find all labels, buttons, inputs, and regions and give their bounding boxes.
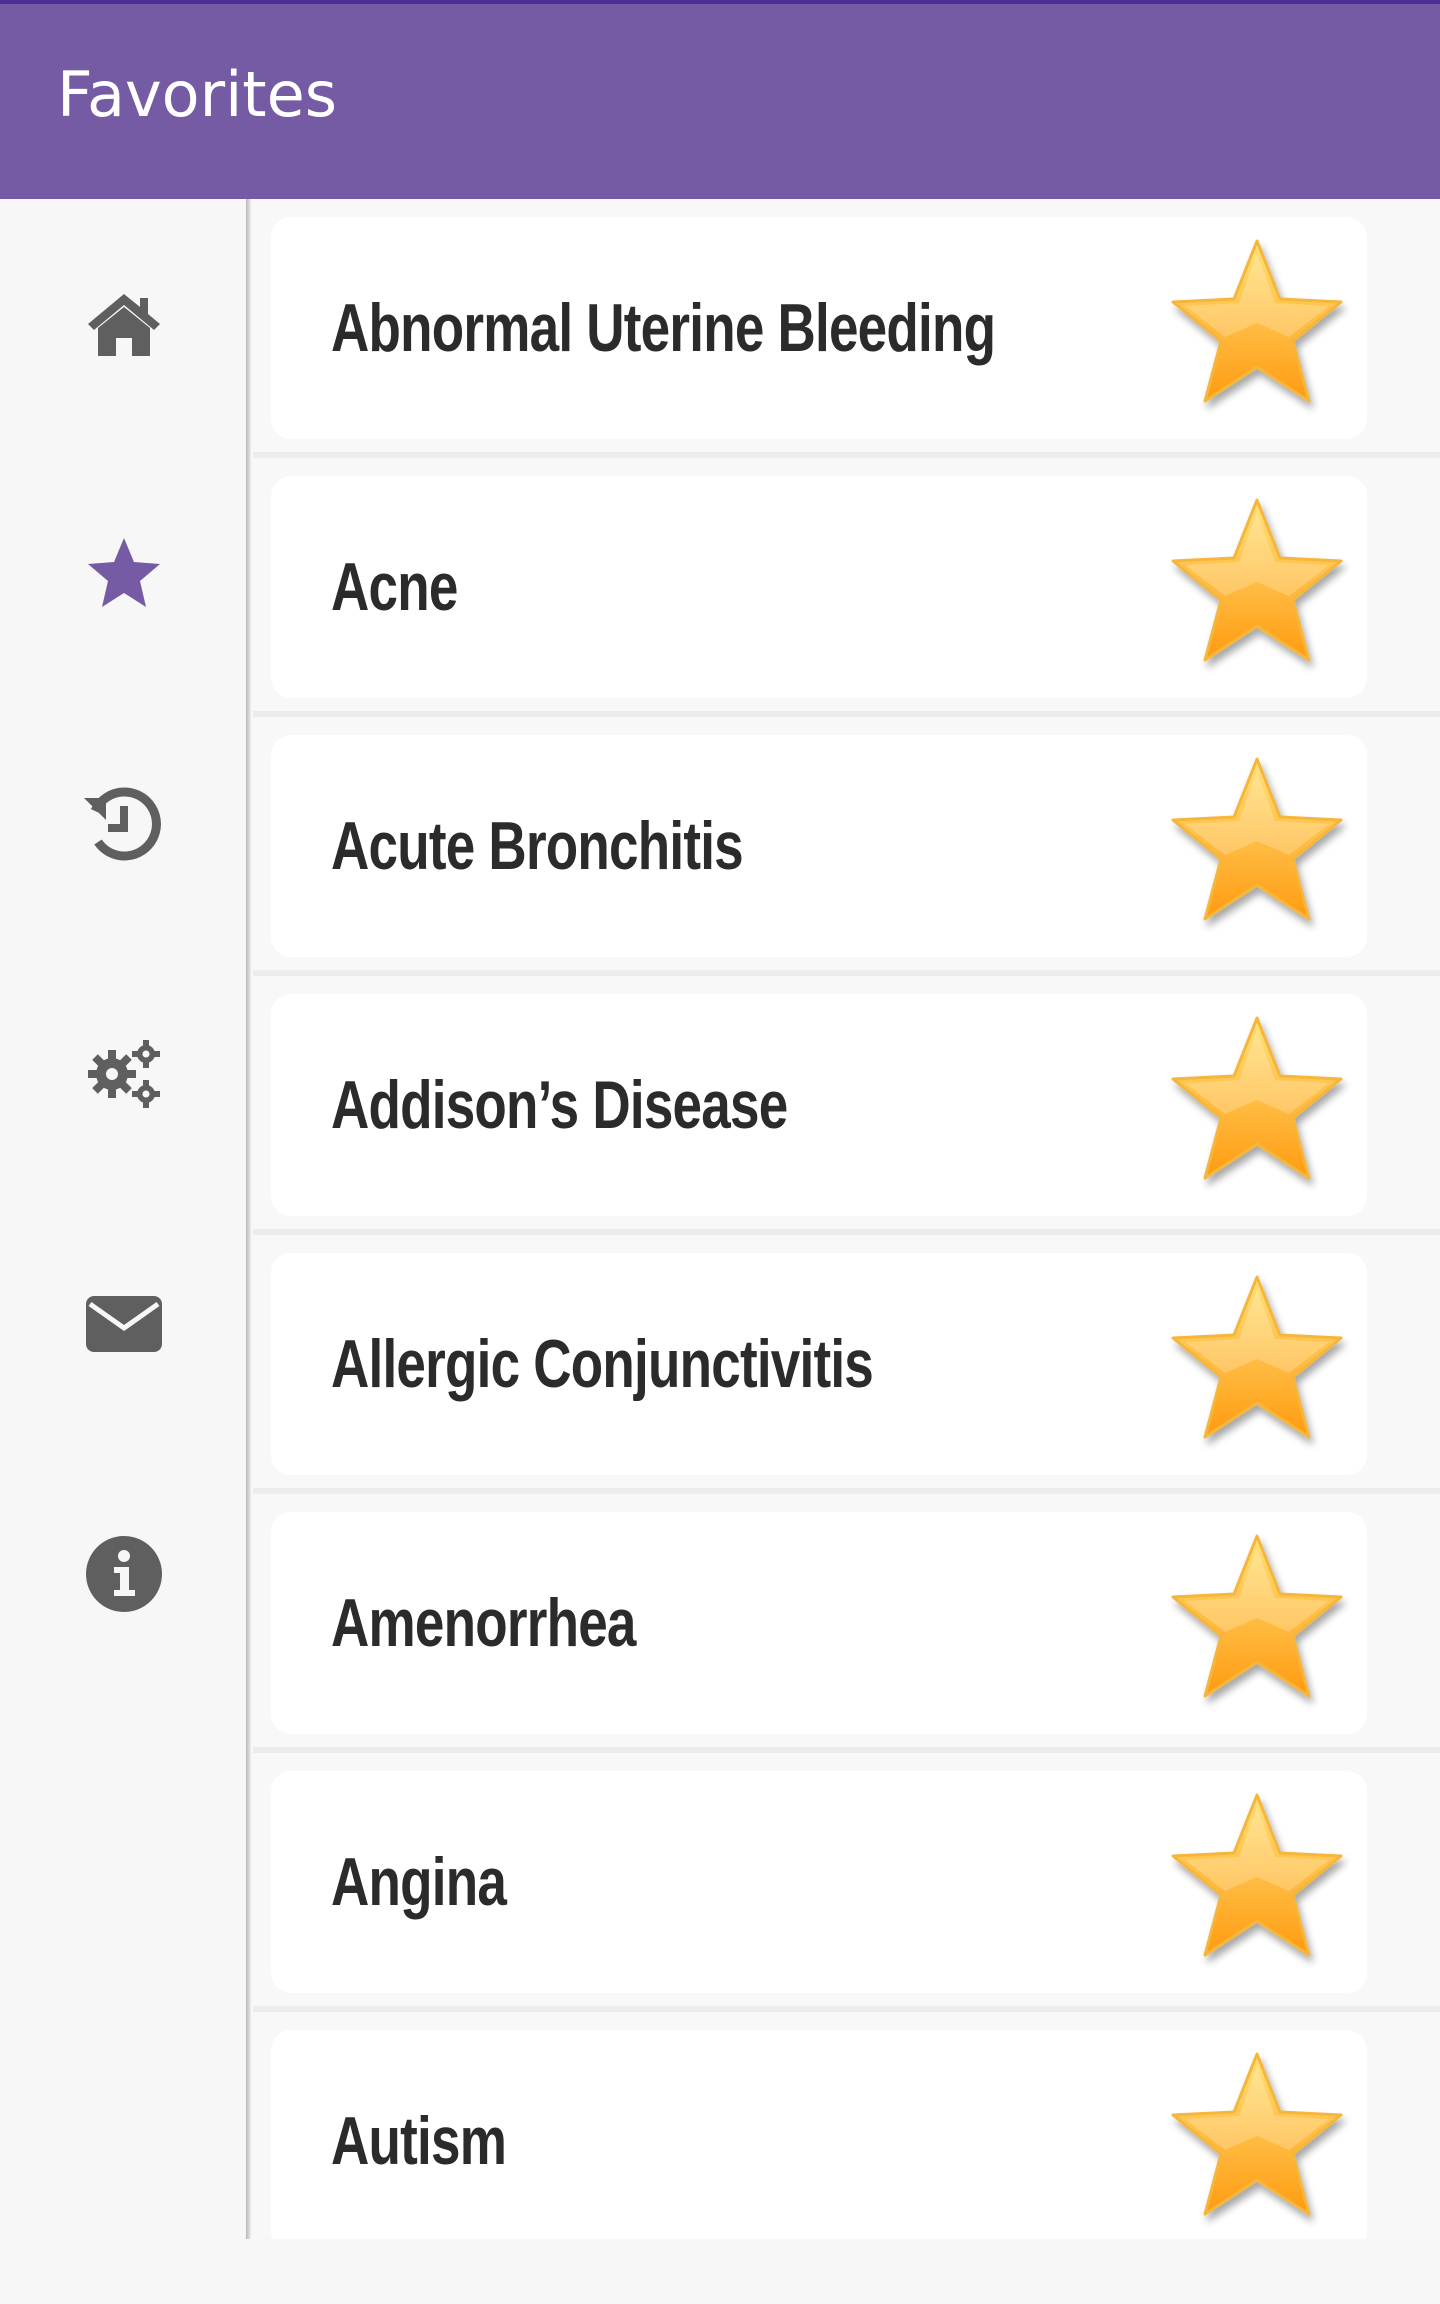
favorite-star-icon[interactable]: [1159, 1522, 1355, 1718]
favorite-star-icon[interactable]: [1159, 1004, 1355, 1200]
sidebar-item-home[interactable]: [0, 199, 248, 449]
favorite-star-icon[interactable]: [1159, 1263, 1355, 1459]
list-item[interactable]: Acne: [253, 458, 1440, 717]
favorite-star-icon[interactable]: [1159, 1781, 1355, 1977]
favorite-star-icon[interactable]: [1159, 227, 1355, 423]
favorite-card[interactable]: Angina: [271, 1771, 1367, 1993]
favorite-card[interactable]: Autism: [271, 2030, 1367, 2239]
envelope-icon: [84, 1284, 164, 1364]
list-item[interactable]: Autism: [253, 2012, 1440, 2239]
favorite-card[interactable]: Addison’s Disease: [271, 994, 1367, 1216]
item-label: Acute Bronchitis: [331, 808, 744, 884]
favorite-card[interactable]: Abnormal Uterine Bleeding: [271, 217, 1367, 439]
list-item[interactable]: Amenorrhea: [253, 1494, 1440, 1753]
page-title: Favorites: [57, 58, 338, 131]
item-label: Abnormal Uterine Bleeding: [331, 290, 996, 366]
app-bar: Favorites: [0, 0, 1440, 199]
favorite-card[interactable]: Allergic Conjunctivitis: [271, 1253, 1367, 1475]
home-icon: [84, 284, 164, 364]
sidebar-nav: [0, 199, 248, 2239]
favorite-card[interactable]: Acute Bronchitis: [271, 735, 1367, 957]
gears-icon: [84, 1034, 164, 1114]
favorite-card[interactable]: Amenorrhea: [271, 1512, 1367, 1734]
history-icon: [84, 784, 164, 864]
list-item[interactable]: Allergic Conjunctivitis: [253, 1235, 1440, 1494]
item-label: Autism: [331, 2103, 507, 2179]
favorite-star-icon[interactable]: [1159, 486, 1355, 682]
item-label: Angina: [331, 1844, 507, 1920]
favorite-card[interactable]: Acne: [271, 476, 1367, 698]
info-icon: [84, 1534, 164, 1614]
favorite-star-icon[interactable]: [1159, 745, 1355, 941]
item-label: Amenorrhea: [331, 1585, 636, 1661]
bottom-strip: [0, 2239, 1440, 2304]
list-item[interactable]: Acute Bronchitis: [253, 717, 1440, 976]
sidebar-item-about[interactable]: [0, 1449, 248, 1699]
sidebar-item-history[interactable]: [0, 699, 248, 949]
star-icon: [84, 534, 164, 614]
list-item[interactable]: Abnormal Uterine Bleeding: [253, 199, 1440, 458]
favorite-star-icon[interactable]: [1159, 2040, 1355, 2236]
item-label: Addison’s Disease: [331, 1067, 788, 1143]
sidebar-item-favorites[interactable]: [0, 449, 248, 699]
sidebar-item-settings[interactable]: [0, 949, 248, 1199]
item-label: Acne: [331, 549, 458, 625]
list-item[interactable]: Angina: [253, 1753, 1440, 2012]
sidebar-divider: [246, 199, 252, 2239]
favorites-list: Abnormal Uterine Bleeding Acne Acute Bro…: [253, 199, 1440, 2239]
sidebar-item-contact[interactable]: [0, 1199, 248, 1449]
list-item[interactable]: Addison’s Disease: [253, 976, 1440, 1235]
item-label: Allergic Conjunctivitis: [331, 1326, 874, 1402]
